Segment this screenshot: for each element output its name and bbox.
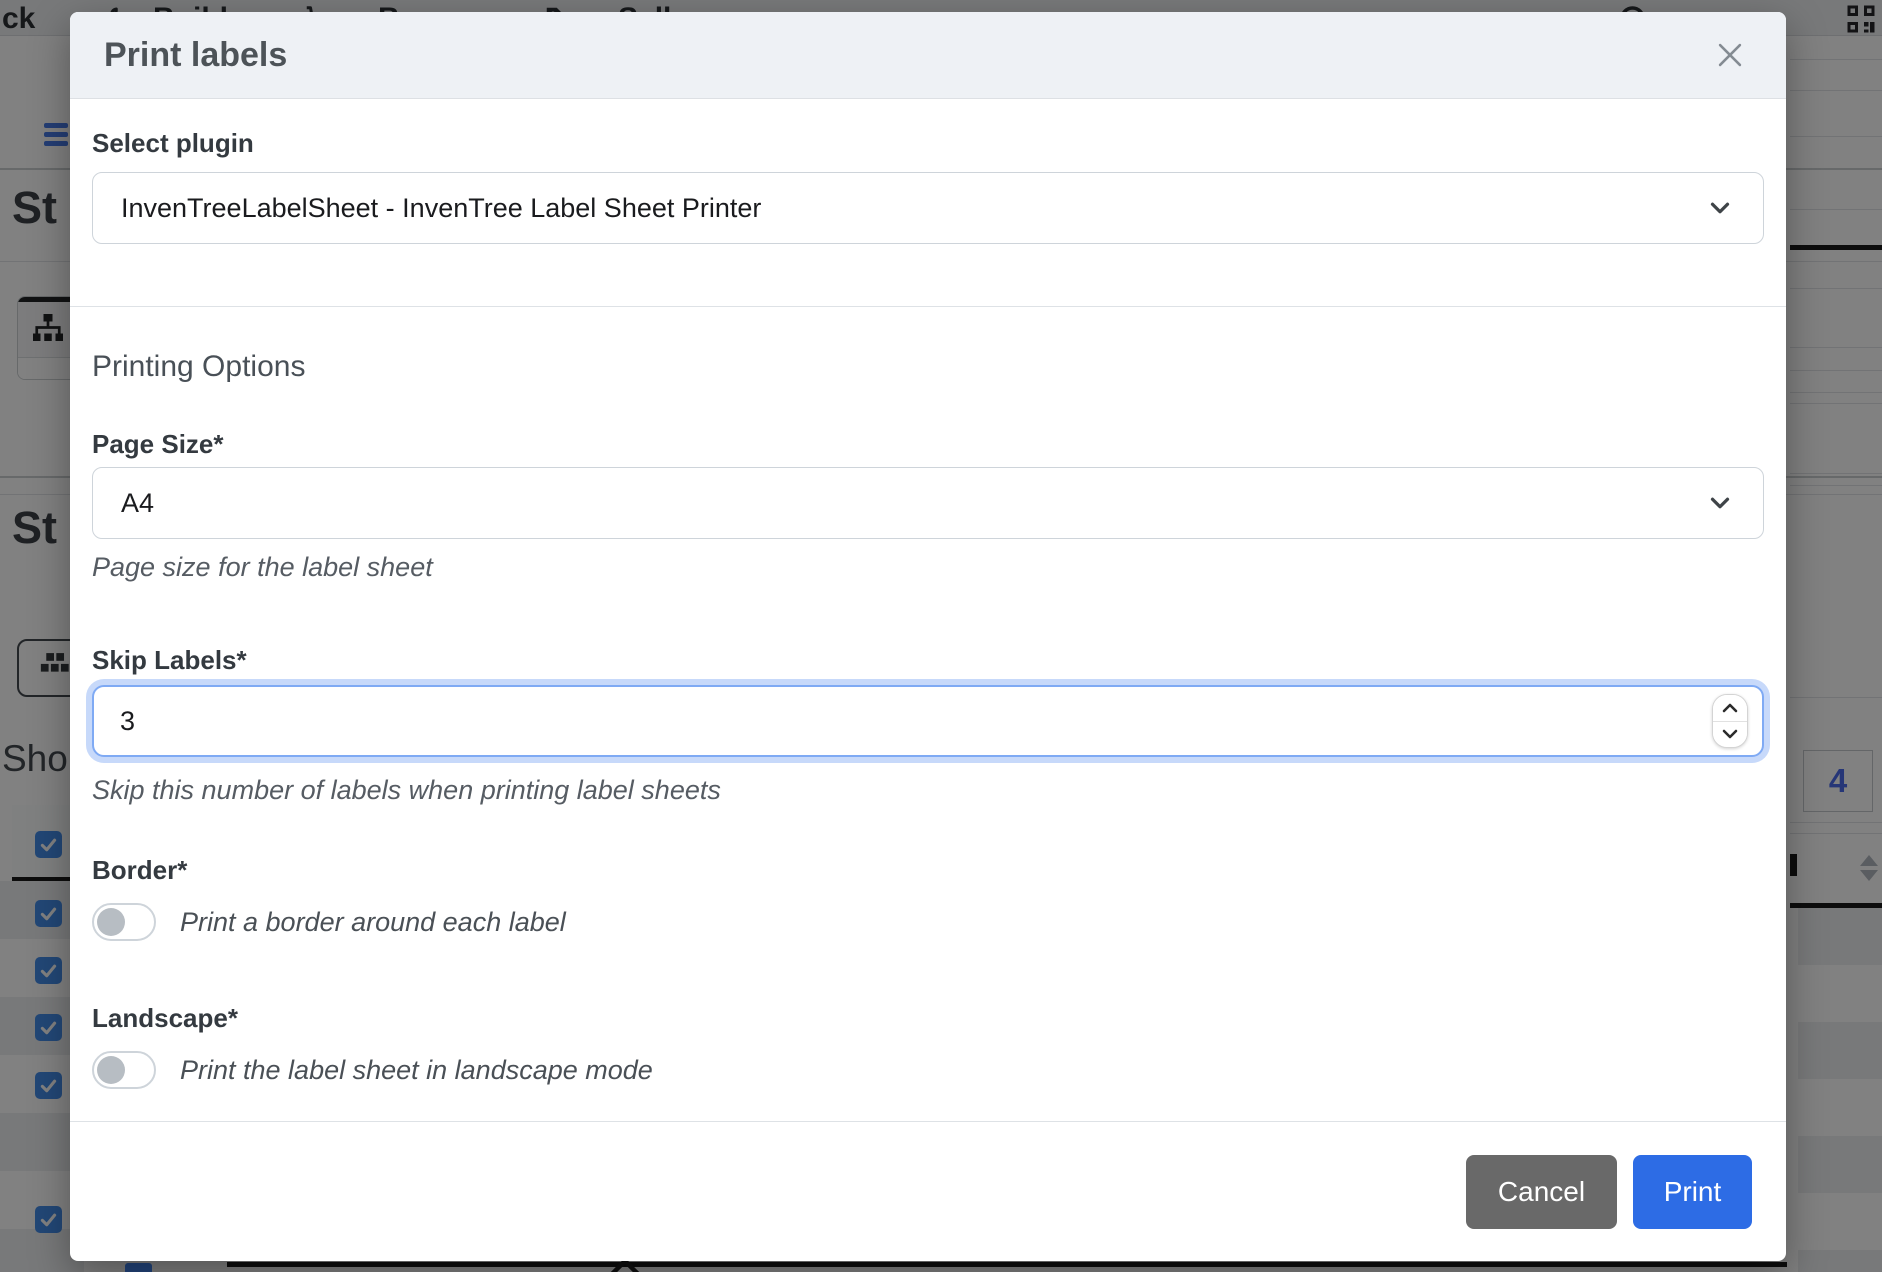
page-size-label: Page Size* [92,429,1764,459]
cancel-button[interactable]: Cancel [1466,1155,1617,1229]
modal-title: Print labels [104,36,287,75]
modal-body: Select plugin InvenTreeLabelSheet - Inve… [70,99,1786,1089]
number-stepper [1712,694,1748,748]
chevron-down-icon [1721,728,1739,740]
skip-labels-input[interactable] [92,685,1764,757]
stepper-up-button[interactable] [1713,695,1747,722]
toggle-knob [97,1056,125,1084]
page-size-value: A4 [121,488,154,519]
border-help: Print a border around each label [180,907,566,938]
landscape-help: Print the label sheet in landscape mode [180,1055,653,1086]
chevron-down-icon [1705,488,1735,518]
border-label: Border* [92,855,1764,885]
plugin-select[interactable]: InvenTreeLabelSheet - InvenTree Label Sh… [92,172,1764,244]
toggle-knob [97,908,125,936]
stepper-down-button[interactable] [1713,722,1747,748]
printing-options-heading: Printing Options [92,347,1764,387]
print-button[interactable]: Print [1633,1155,1752,1229]
chevron-down-icon [1705,193,1735,223]
modal-header: Print labels [70,12,1786,99]
skip-labels-label: Skip Labels* [92,645,1764,675]
border-toggle[interactable] [92,903,156,941]
screen: ck Build Buy Sell [0,0,1882,1272]
print-labels-modal: Print labels Select plugin InvenTreeLabe… [70,12,1786,1261]
section-divider [70,306,1786,307]
chevron-up-icon [1721,702,1739,714]
page-size-select[interactable]: A4 [92,467,1764,539]
landscape-label: Landscape* [92,1003,1764,1033]
landscape-toggle[interactable] [92,1051,156,1089]
select-plugin-label: Select plugin [92,128,1764,158]
skip-labels-help: Skip this number of labels when printing… [92,775,1764,805]
close-icon [1713,38,1747,72]
modal-footer: Cancel Print [70,1121,1786,1261]
plugin-select-value: InvenTreeLabelSheet - InvenTree Label Sh… [121,193,761,224]
close-button[interactable] [1708,33,1752,77]
page-size-help: Page size for the label sheet [92,552,1764,582]
